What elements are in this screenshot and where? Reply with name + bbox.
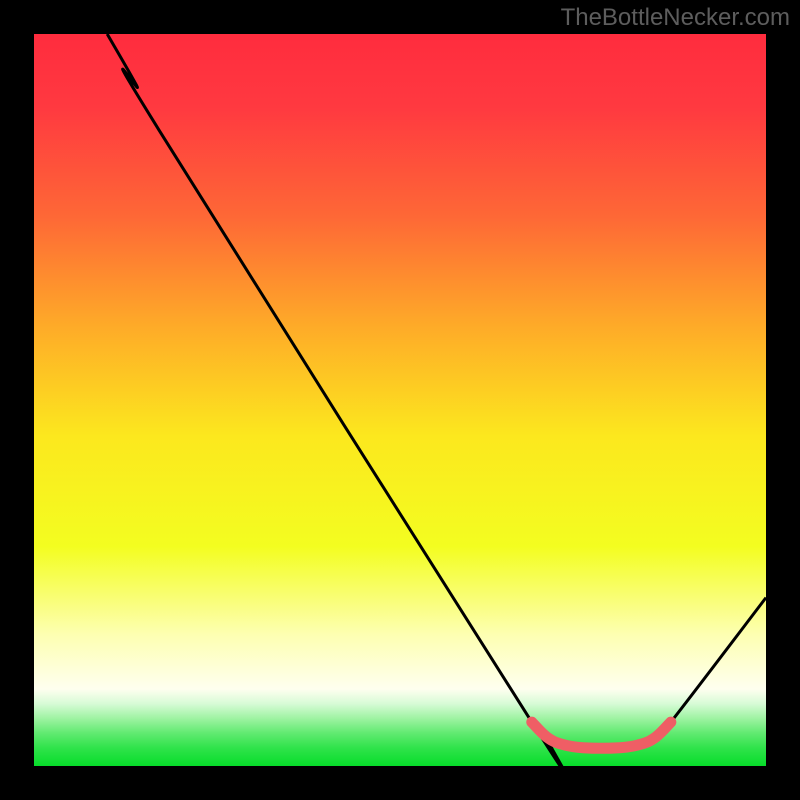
bottleneck-chart (0, 0, 800, 800)
chart-container: TheBottleNecker.com (0, 0, 800, 800)
watermark-text: TheBottleNecker.com (561, 4, 790, 32)
plot-background (34, 34, 766, 766)
